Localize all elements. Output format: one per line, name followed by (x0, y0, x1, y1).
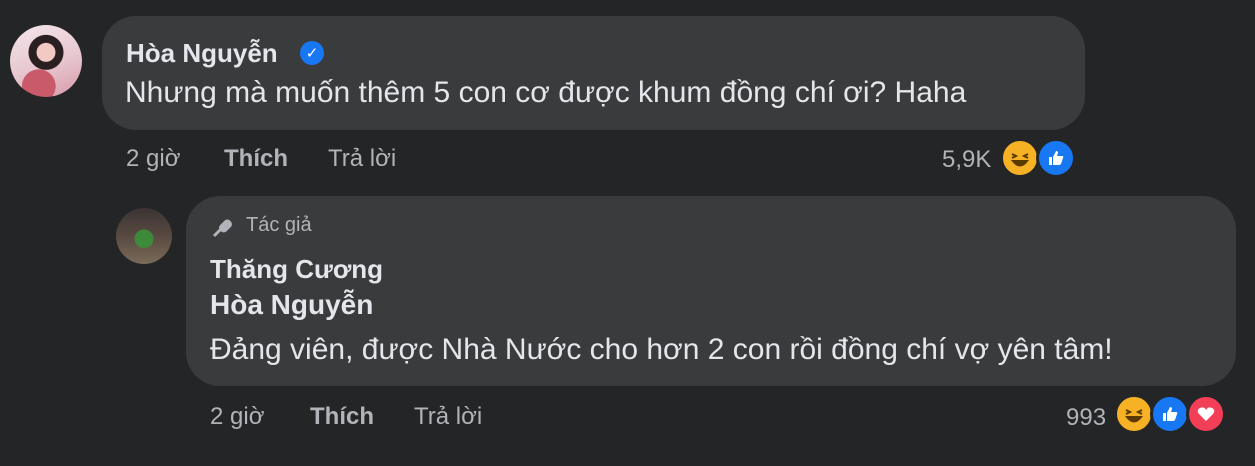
comment-author-name[interactable]: Hòa Nguyễn (126, 38, 278, 69)
author-badge-icon (210, 214, 236, 240)
haha-icon (1000, 138, 1040, 178)
author-badge-label: Tác giả (246, 214, 312, 236)
reply-timestamp[interactable]: 2 giờ (210, 403, 264, 431)
commenter-avatar[interactable] (10, 25, 82, 97)
reply-text: Đảng viên, được Nhà Nước cho hơn 2 con r… (210, 333, 1113, 366)
comment-reply-button[interactable]: Trả lời (328, 145, 396, 173)
comment-timestamp[interactable]: 2 giờ (126, 145, 180, 173)
verified-badge-icon: ✓ (300, 41, 324, 65)
reply-author-name[interactable]: Thăng Cương (210, 254, 383, 285)
reply-reaction-count[interactable]: 993 (1066, 404, 1106, 432)
reply-reply-button[interactable]: Trả lời (414, 403, 482, 431)
haha-icon (1114, 394, 1154, 434)
comment-like-button[interactable]: Thích (224, 145, 288, 173)
reply-mention[interactable]: Hòa Nguyễn (210, 289, 373, 321)
comment-bubble (102, 16, 1085, 130)
love-icon (1186, 394, 1226, 434)
like-icon (1036, 138, 1076, 178)
comment-reaction-count[interactable]: 5,9K (942, 146, 991, 174)
comment-text: Nhưng mà muốn thêm 5 con cơ được khum đồ… (125, 76, 967, 109)
like-icon (1150, 394, 1190, 434)
replier-avatar[interactable] (116, 208, 172, 264)
reply-like-button[interactable]: Thích (310, 403, 374, 431)
